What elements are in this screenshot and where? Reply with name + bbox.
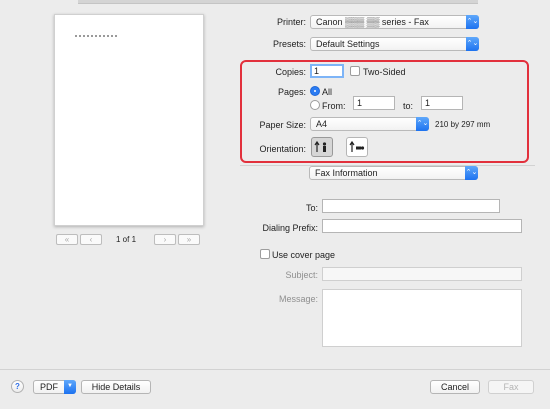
window-top-edge	[78, 0, 478, 4]
updown-chevron-icon: ⌃⌄	[466, 15, 479, 29]
orientation-portrait-button[interactable]	[311, 137, 333, 157]
previous-page-button[interactable]: ‹	[80, 234, 102, 245]
dialing-prefix-label: Dialing Prefix:	[262, 223, 318, 233]
presets-value: Default Settings	[316, 39, 380, 49]
paper-size-value: A4	[316, 119, 328, 129]
chevron-down-icon: ▼	[64, 380, 76, 394]
help-button[interactable]: ?	[11, 380, 24, 393]
paper-size-label: Paper Size:	[259, 120, 306, 130]
updown-chevron-icon: ⌃⌄	[466, 37, 479, 51]
paper-size-popup[interactable]: A4 ⌃⌄	[310, 117, 429, 131]
printer-popup[interactable]: Canon ▒▒▒ ▒▒ series - Fax ⌃⌄	[310, 15, 479, 29]
portrait-person-icon	[314, 140, 327, 152]
next-page-button[interactable]: ›	[154, 234, 176, 245]
pages-to-field[interactable]: 1	[421, 96, 463, 110]
updown-chevron-icon: ⌃⌄	[416, 117, 429, 131]
copies-label: Copies:	[275, 67, 306, 77]
page-preview	[54, 14, 204, 226]
subject-label: Subject:	[285, 270, 318, 280]
pdf-menu-button[interactable]: PDF ▼	[33, 380, 76, 394]
landscape-person-icon	[349, 140, 365, 152]
preview-text-line	[75, 35, 117, 37]
section-popup-value: Fax Information	[315, 168, 378, 178]
pages-from-radio[interactable]	[310, 100, 320, 110]
pdf-label: PDF	[40, 382, 58, 392]
pages-all-label: All	[322, 87, 333, 97]
last-page-button[interactable]: »	[178, 234, 200, 245]
cancel-button[interactable]: Cancel	[430, 380, 480, 394]
fax-button[interactable]: Fax	[488, 380, 534, 394]
copies-field[interactable]: 1	[310, 64, 344, 78]
first-page-button[interactable]: «	[56, 234, 78, 245]
dialing-prefix-field[interactable]	[322, 219, 522, 233]
printer-value: Canon ▒▒▒ ▒▒ series - Fax	[316, 17, 429, 27]
to-field[interactable]	[322, 199, 500, 213]
two-sided-label: Two-Sided	[363, 67, 406, 77]
page-counter: 1 of 1	[116, 235, 137, 244]
pages-label: Pages:	[277, 87, 306, 97]
printer-label: Printer:	[276, 17, 306, 27]
use-cover-page-label: Use cover page	[272, 250, 336, 260]
message-textarea[interactable]	[322, 289, 522, 347]
section-popup[interactable]: Fax Information ⌃⌄	[309, 166, 478, 180]
pages-from-label: From:	[322, 101, 346, 111]
pages-to-label: to:	[403, 101, 414, 111]
use-cover-page-checkbox[interactable]	[260, 249, 270, 259]
to-label: To:	[305, 203, 318, 213]
orientation-label: Orientation:	[259, 144, 306, 154]
subject-field[interactable]	[322, 267, 522, 281]
pages-from-field[interactable]: 1	[353, 96, 395, 110]
two-sided-checkbox[interactable]	[350, 66, 360, 76]
paper-dimensions: 210 by 297 mm	[435, 120, 491, 129]
presets-popup[interactable]: Default Settings ⌃⌄	[310, 37, 479, 51]
hide-details-button[interactable]: Hide Details	[81, 380, 151, 394]
orientation-landscape-button[interactable]	[346, 137, 368, 157]
message-label: Message:	[278, 294, 318, 304]
footer-separator	[0, 369, 550, 370]
updown-chevron-icon: ⌃⌄	[465, 166, 478, 180]
pages-all-radio[interactable]	[310, 86, 320, 96]
presets-label: Presets:	[272, 39, 306, 49]
